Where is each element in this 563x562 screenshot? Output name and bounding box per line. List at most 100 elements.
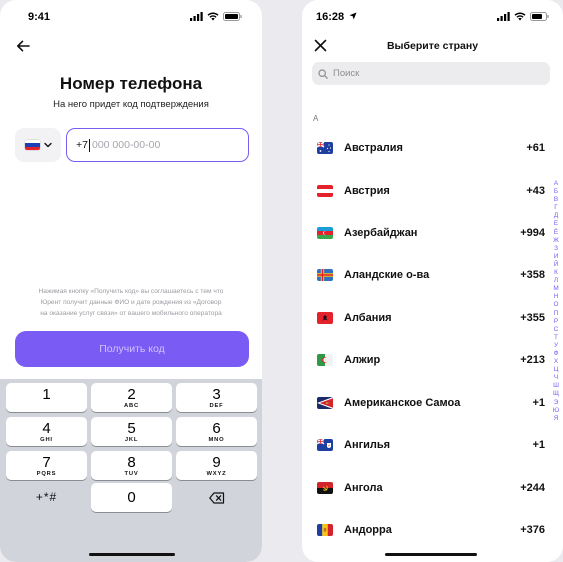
battery-icon	[530, 12, 549, 21]
index-letter[interactable]: Д	[552, 212, 560, 220]
index-letter[interactable]: З	[552, 245, 560, 253]
search-icon	[318, 68, 328, 79]
index-letter[interactable]: И	[552, 253, 560, 261]
australia-flag-icon	[317, 142, 333, 154]
country-row-algeria[interactable]: Алжир +213	[302, 346, 552, 376]
country-selector-button[interactable]	[15, 128, 61, 162]
country-name: Ангола	[344, 482, 383, 494]
country-name: Азербайджан	[344, 227, 418, 239]
index-letter[interactable]: Л	[552, 277, 560, 285]
consent-text: Нажимая кнопку «Получить код» вы соглаша…	[38, 288, 224, 317]
index-letter[interactable]: Ё	[552, 229, 560, 237]
angola-flag-icon	[317, 482, 333, 494]
key-4[interactable]: 4 GHI	[6, 417, 87, 446]
text-caret	[88, 138, 90, 152]
section-header-a: А	[313, 114, 319, 123]
alphabet-index[interactable]: А Б В Г Д Е Ё Ж З И Й К Л М Н О П Р С Т …	[552, 180, 560, 423]
key-2[interactable]: 2 ABC	[91, 383, 172, 412]
status-icons	[497, 12, 549, 21]
country-picker-title: Выберите страну	[386, 40, 479, 52]
country-code: +1	[532, 397, 545, 409]
aland-flag-icon	[317, 269, 333, 281]
key-9[interactable]: 9 WXYZ	[176, 451, 257, 480]
country-row-albania[interactable]: Албания +355	[302, 304, 552, 334]
country-code: +244	[520, 482, 545, 494]
russia-flag-icon	[24, 140, 40, 150]
signal-icon	[497, 12, 510, 21]
country-row-azerbaijan[interactable]: Азербайджан +994	[302, 219, 552, 249]
wifi-icon	[514, 12, 526, 21]
country-name: Албания	[344, 312, 392, 324]
index-letter[interactable]: Я	[552, 415, 560, 423]
index-letter[interactable]: Ш	[552, 382, 560, 390]
search-input[interactable]: Поиск	[312, 62, 550, 85]
phone-number-input[interactable]: +7 000 000-00-00	[66, 128, 249, 162]
status-time: 9:41	[28, 11, 51, 23]
country-picker-screen: 16:28 Выберите страну Поиск А Австралия …	[302, 0, 563, 562]
key-1[interactable]: 1	[6, 383, 87, 412]
back-arrow-icon[interactable]	[14, 37, 32, 55]
index-letter[interactable]: Й	[552, 261, 560, 269]
index-letter[interactable]: Е	[552, 220, 560, 228]
key-8[interactable]: 8 TUV	[91, 451, 172, 480]
home-indicator	[385, 553, 477, 556]
index-letter[interactable]: Т	[552, 334, 560, 342]
country-row-australia[interactable]: Австралия +61	[302, 134, 552, 164]
index-letter[interactable]: Б	[552, 188, 560, 196]
index-letter[interactable]: Ц	[552, 366, 560, 374]
index-letter[interactable]: Х	[552, 358, 560, 366]
page-subtitle: На него придет код подтверждения	[53, 99, 209, 110]
status-bar: 9:41	[0, 0, 262, 34]
page-title: Номер телефона	[59, 74, 203, 93]
battery-icon	[223, 12, 242, 21]
chevron-down-icon	[43, 142, 52, 148]
country-name: Австрия	[344, 185, 390, 197]
american-samoa-flag-icon	[317, 397, 333, 409]
country-name: Американское Самоа	[344, 397, 461, 409]
country-row-andorra[interactable]: Андорра +376	[302, 516, 552, 546]
country-row-angola[interactable]: Ангола +244	[302, 474, 552, 504]
country-code: +213	[520, 354, 545, 366]
index-letter[interactable]: Э	[552, 399, 560, 407]
numeric-keypad: 1 2 ABC 3 DEF 4 GHI 5 JKL 6 MNO 7 PQRS 8 TUV 9W…	[0, 379, 262, 562]
anguilla-flag-icon	[317, 439, 333, 451]
index-letter[interactable]: Ж	[552, 237, 560, 245]
index-letter[interactable]: Ю	[552, 407, 560, 415]
delete-key[interactable]	[176, 483, 257, 512]
index-letter[interactable]: С	[552, 326, 560, 334]
index-letter[interactable]: Г	[552, 204, 560, 212]
key-5[interactable]: 5 JKL	[91, 417, 172, 446]
key-7[interactable]: 7 PQRS	[6, 451, 87, 480]
index-letter[interactable]: А	[552, 180, 560, 188]
country-code: +376	[520, 524, 545, 536]
index-letter[interactable]: Ч	[552, 374, 560, 382]
index-letter[interactable]: В	[552, 196, 560, 204]
signal-icon	[190, 12, 203, 21]
index-letter[interactable]: К	[552, 269, 560, 277]
country-row-austria[interactable]: Австрия +43	[302, 177, 552, 207]
home-indicator	[89, 553, 175, 556]
index-letter[interactable]: Р	[552, 318, 560, 326]
country-row-anguilla[interactable]: Ангилья +1	[302, 431, 552, 461]
key-0[interactable]: 0	[91, 483, 172, 512]
wifi-icon	[207, 12, 219, 21]
country-code-prefix: +7	[76, 139, 88, 151]
austria-flag-icon	[317, 185, 333, 197]
get-code-button[interactable]: Получить код	[15, 331, 249, 367]
key-6[interactable]: 6 MNO	[176, 417, 257, 446]
country-code: +355	[520, 312, 545, 324]
country-row-aland[interactable]: Аландские о-ва +358	[302, 261, 552, 291]
index-letter[interactable]: Щ	[552, 390, 560, 398]
status-icons	[190, 12, 242, 21]
index-letter[interactable]: Ф	[552, 350, 560, 358]
country-name: Австралия	[344, 142, 403, 154]
index-letter[interactable]: Н	[552, 293, 560, 301]
key-symbols[interactable]: +*#	[6, 483, 87, 512]
index-letter[interactable]: П	[552, 310, 560, 318]
country-row-american-samoa[interactable]: Американское Самоа +1	[302, 389, 552, 419]
index-letter[interactable]: М	[552, 285, 560, 293]
index-letter[interactable]: О	[552, 301, 560, 309]
index-letter[interactable]: У	[552, 342, 560, 350]
algeria-flag-icon	[317, 354, 333, 366]
key-3[interactable]: 3 DEF	[176, 383, 257, 412]
